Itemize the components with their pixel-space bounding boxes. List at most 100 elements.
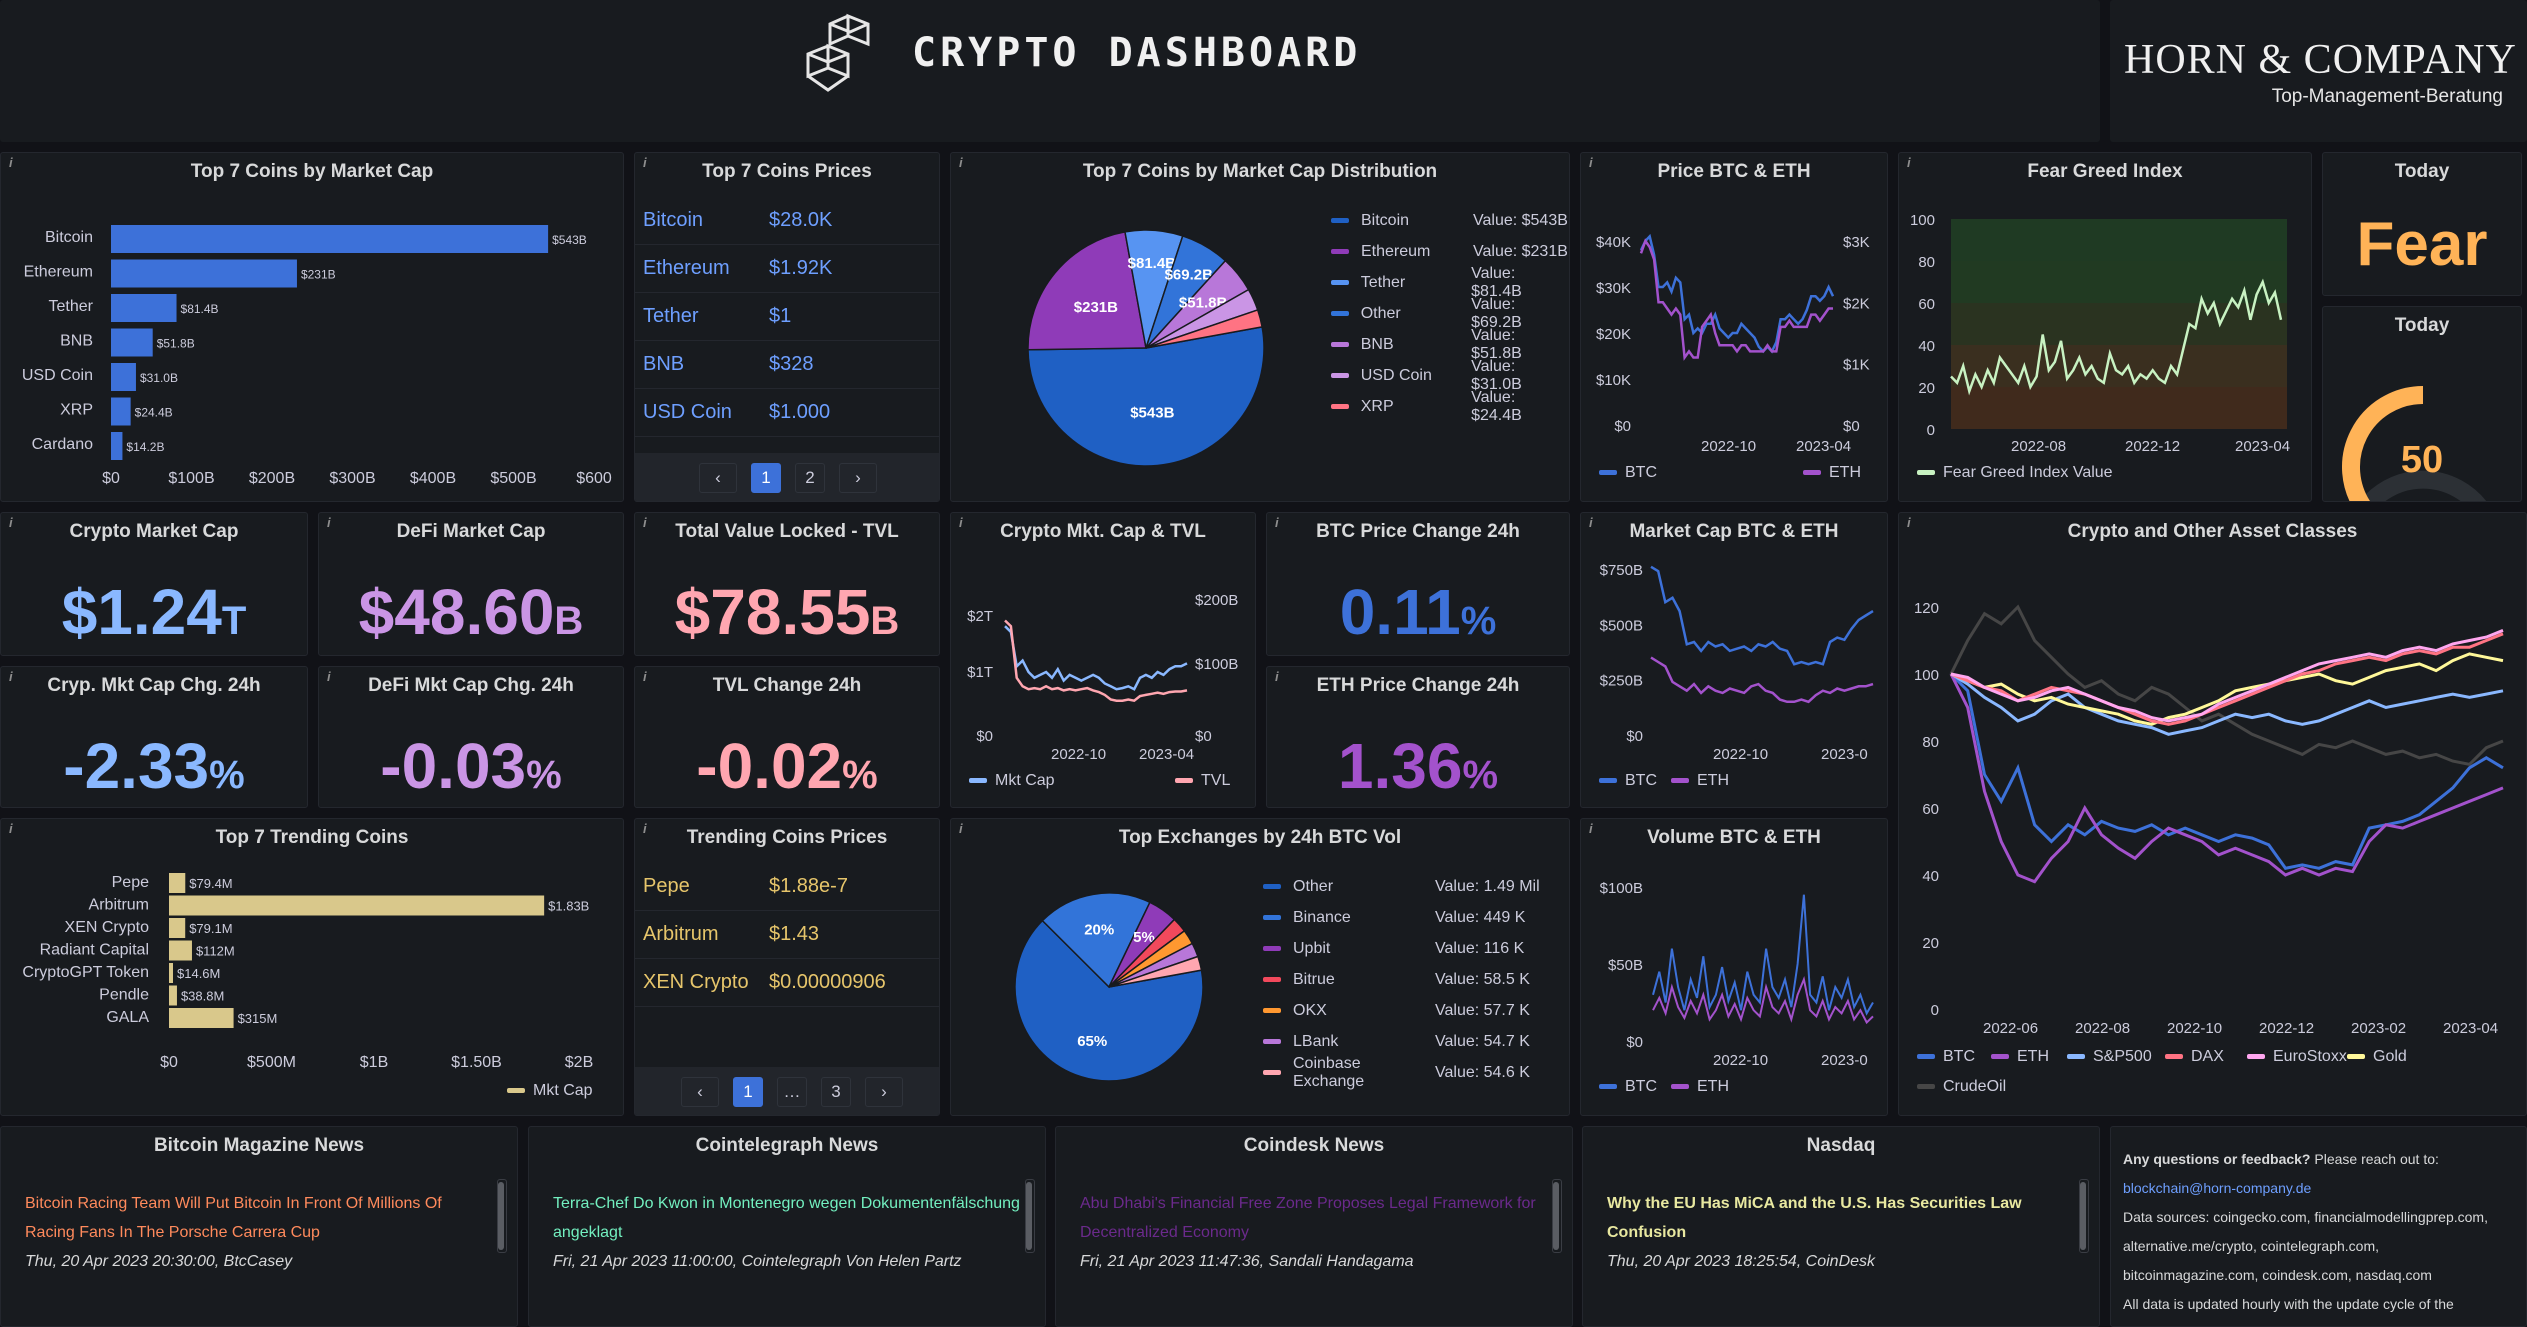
bar-xen-crypto[interactable] bbox=[169, 918, 186, 938]
panel-title: Trending Coins Prices bbox=[686, 827, 888, 848]
legend-value: Value: 1.49 Mil bbox=[1435, 877, 1540, 895]
news-scrollbar-thumb[interactable] bbox=[1026, 1182, 1032, 1250]
bar-ethereum[interactable] bbox=[111, 259, 297, 288]
bar-gala[interactable] bbox=[169, 1008, 234, 1028]
exchanges-panel: i Top Exchanges by 24h BTC Vol 65% 20% 5% … bbox=[950, 818, 1570, 1116]
legend-fear-greed: Fear Greed Index Value bbox=[1943, 464, 2113, 481]
coin-name[interactable]: BNB bbox=[635, 353, 769, 376]
bar-tether[interactable] bbox=[111, 294, 177, 322]
legend-item[interactable]: Upbit Value: 116 K bbox=[1263, 933, 1540, 964]
legend-swatch bbox=[1331, 218, 1349, 223]
legend-value: Value: 116 K bbox=[1435, 939, 1525, 957]
bar-value-label: $112M bbox=[196, 944, 235, 959]
fear-greed-chart: 100 80 60 40 20 0 2022-08 2022-12 2023-04 Fear Gr… bbox=[1910, 212, 2290, 481]
x-tick-label: $100B bbox=[168, 470, 214, 487]
legend-item[interactable]: USD Coin Value: $31.0B bbox=[1331, 358, 1569, 393]
stat-value: 0.11% bbox=[1267, 575, 1569, 649]
next-page-button[interactable]: › bbox=[839, 463, 877, 493]
bar-pendle[interactable] bbox=[169, 985, 177, 1006]
legend-item[interactable]: Tether Value: $81.4B bbox=[1331, 265, 1569, 300]
coin-name[interactable]: Arbitrum bbox=[635, 923, 769, 946]
prev-page-button[interactable]: ‹ bbox=[681, 1077, 719, 1107]
news-panel: Cointelegraph News Terra-Chef Do Kwon in … bbox=[528, 1126, 1046, 1327]
coin-price: $1.88e-7 bbox=[769, 875, 848, 897]
pie-slice-label: $69.2B bbox=[1165, 267, 1214, 284]
news-scrollbar-thumb[interactable] bbox=[1553, 1182, 1559, 1250]
bar-bitcoin[interactable] bbox=[111, 225, 549, 253]
bar-xrp[interactable] bbox=[111, 397, 131, 426]
coin-name[interactable]: Pepe bbox=[635, 875, 769, 898]
bar-category-label: Cardano bbox=[32, 436, 93, 453]
bar-value-label: $79.1M bbox=[189, 921, 232, 936]
volume-panel: i Volume BTC & ETH $100B $50B $0 2022-10 202… bbox=[1580, 818, 1888, 1116]
y-tick-label: $750B bbox=[1600, 562, 1643, 579]
today-sentiment-panel: Today Fear bbox=[2322, 152, 2522, 296]
y-tick-label: 100 bbox=[1914, 667, 1939, 684]
legend-label: Upbit bbox=[1293, 939, 1331, 957]
bar-category-label: Tether bbox=[49, 298, 94, 315]
page-ellipsis[interactable]: … bbox=[777, 1077, 807, 1107]
page-1-button[interactable]: 1 bbox=[751, 463, 781, 493]
fear-greed-band bbox=[1951, 387, 2287, 429]
legend-item[interactable]: Other Value: $69.2B bbox=[1331, 296, 1569, 331]
coin-name[interactable]: Tether bbox=[635, 305, 769, 328]
bar-bnb[interactable] bbox=[111, 328, 153, 357]
news-headline-link[interactable]: Why the EU Has MiCA and the U.S. Has Sec… bbox=[1607, 1189, 2075, 1247]
bar-category-label: Pendle bbox=[99, 987, 149, 1004]
x-tick-label: 2023-04 bbox=[1139, 746, 1194, 763]
price-btc-eth-panel: i Price BTC & ETH $40K $30K $20K $10K $0 $3K $… bbox=[1580, 152, 1888, 502]
page-3-button[interactable]: 3 bbox=[821, 1077, 851, 1107]
x-tick-label: $500B bbox=[490, 470, 536, 487]
legend-item[interactable]: Other Value: 1.49 Mil bbox=[1263, 871, 1540, 902]
panel-title: Nasdaq bbox=[1806, 1135, 1876, 1156]
panel-title: DeFi Market Cap bbox=[396, 521, 546, 542]
price-table-pagination: ‹ 1 2 › bbox=[699, 463, 877, 493]
news-headline-link[interactable]: Abu Dhabi's Financial Free Zone Proposes… bbox=[1080, 1189, 1548, 1247]
legend-item[interactable]: Bitcoin Value: $543B bbox=[1331, 205, 1569, 236]
stat-panel: i Total Value Locked - TVL $78.55B bbox=[634, 512, 940, 656]
x-tick-label: 2022-08 bbox=[2011, 438, 2066, 455]
legend-swatch bbox=[1263, 1039, 1281, 1044]
bar-cryptogpt-token[interactable] bbox=[169, 963, 173, 983]
top7-bar-chart: Bitcoin $543B Ethereum $231B Tether $81.4B BNB… bbox=[22, 225, 612, 487]
legend-item[interactable]: LBank Value: 54.7 K bbox=[1263, 1026, 1540, 1057]
page-2-button[interactable]: 2 bbox=[795, 463, 825, 493]
price-table: Bitcoin $28.0K Ethereum $1.92K Tether $1 BNB $3… bbox=[635, 197, 939, 437]
bar-cardano[interactable] bbox=[111, 432, 123, 460]
coin-price: $1.000 bbox=[769, 401, 831, 423]
legend-item[interactable]: Ethereum Value: $231B bbox=[1331, 236, 1569, 267]
bar-category-label: XEN Crypto bbox=[65, 919, 150, 936]
stat-value: -0.02% bbox=[635, 729, 939, 803]
coin-price: $1 bbox=[769, 305, 792, 327]
legend-item[interactable]: XRP Value: $24.4B bbox=[1331, 389, 1569, 424]
news-scrollbar-thumb[interactable] bbox=[2080, 1182, 2086, 1250]
coin-name[interactable]: XEN Crypto bbox=[635, 971, 769, 994]
page-1-button[interactable]: 1 bbox=[733, 1077, 763, 1107]
bar-radiant-capital[interactable] bbox=[169, 940, 192, 961]
bar-arbitrum[interactable] bbox=[169, 895, 545, 916]
prev-page-button[interactable]: ‹ bbox=[699, 463, 737, 493]
legend-item[interactable]: Binance Value: 449 K bbox=[1263, 902, 1540, 933]
bar-value-label: $543B bbox=[552, 233, 587, 247]
news-headline-link[interactable]: Bitcoin Racing Team Will Put Bitcoin In … bbox=[25, 1189, 493, 1247]
bar-pepe[interactable] bbox=[169, 873, 186, 893]
y-tick-label: 20 bbox=[1922, 935, 1939, 952]
bar-usd-coin[interactable] bbox=[111, 363, 136, 391]
legend-label: Other bbox=[1293, 877, 1334, 895]
legend-item[interactable]: Bitrue Value: 58.5 K bbox=[1263, 964, 1540, 995]
legend-swatch bbox=[1331, 373, 1349, 378]
legend-eth-swatch bbox=[1671, 778, 1689, 783]
coin-name[interactable]: USD Coin bbox=[635, 401, 769, 424]
news-headline-link[interactable]: Terra-Chef Do Kwon in Montenegro wegen D… bbox=[553, 1189, 1021, 1247]
next-page-button[interactable]: › bbox=[865, 1077, 903, 1107]
news-scrollbar-thumb[interactable] bbox=[498, 1182, 504, 1250]
coin-name[interactable]: Ethereum bbox=[635, 257, 769, 280]
contact-email-link[interactable]: blockchain@horn-company.de bbox=[2123, 1174, 2516, 1203]
legend-item[interactable]: OKX Value: 57.7 K bbox=[1263, 995, 1540, 1026]
legend-item[interactable]: Coinbase Exchange Value: 54.6 K bbox=[1263, 1055, 1540, 1090]
coin-name[interactable]: Bitcoin bbox=[635, 209, 769, 232]
legend-item[interactable]: BNB Value: $51.8B bbox=[1331, 327, 1569, 362]
table-row: Pepe $1.88e-7 bbox=[635, 863, 939, 911]
coin-price: $1.92K bbox=[769, 257, 833, 279]
contact-panel: Any questions or feedback? Please reach … bbox=[2110, 1126, 2527, 1327]
